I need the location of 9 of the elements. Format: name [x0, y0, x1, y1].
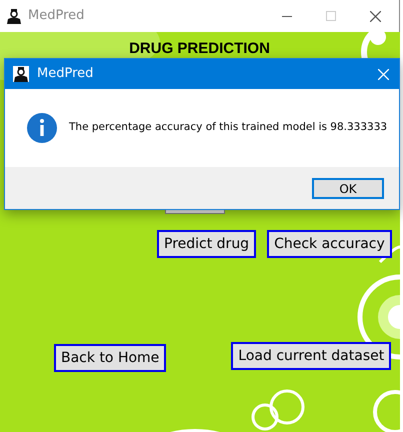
dialog-title: MedPred [37, 65, 94, 84]
action-button[interactable]: Check accuracy [267, 230, 392, 258]
action-button[interactable]: Predict drug [157, 230, 256, 258]
page-heading: DRUG PREDICTION [129, 38, 270, 59]
window-title: MedPred [28, 7, 84, 26]
dialog-message: The percentage accuracy of this trained model is 98.333333 [69, 120, 388, 136]
action-button[interactable]: Back to Home [54, 344, 166, 372]
action-button[interactable]: Load current dataset [231, 342, 392, 370]
ok-button[interactable]: OK [312, 178, 384, 198]
